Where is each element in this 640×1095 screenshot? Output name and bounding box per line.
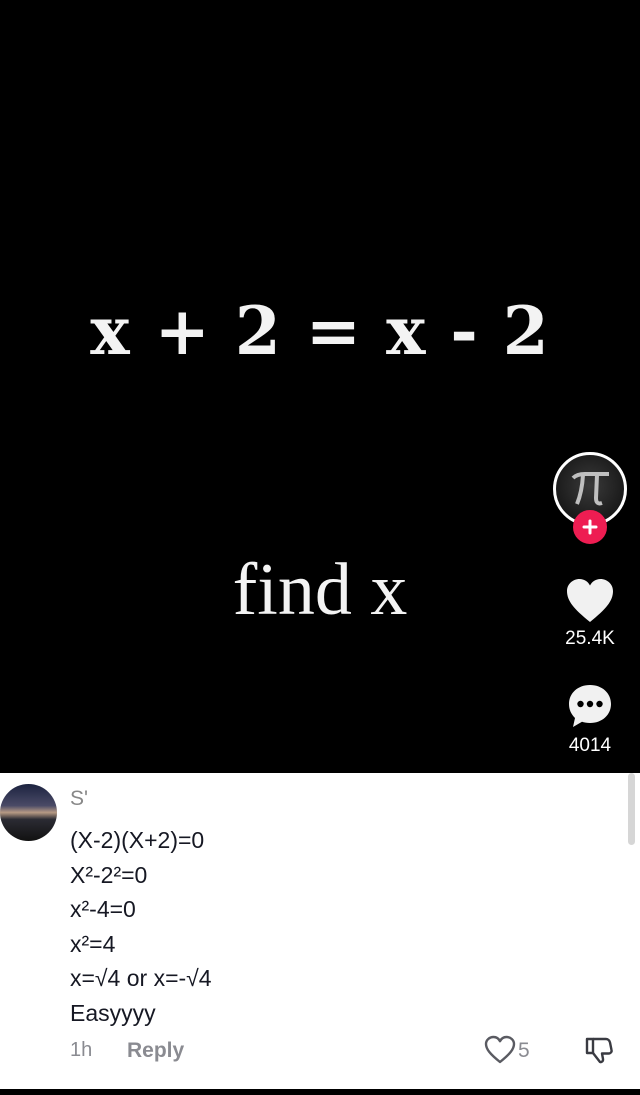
bottom-edge [0, 1089, 640, 1095]
reply-button[interactable]: Reply [127, 1039, 184, 1063]
thumbs-down-icon [585, 1037, 613, 1064]
heart-icon [567, 579, 613, 622]
pi-icon [571, 472, 609, 506]
commenter-avatar[interactable] [0, 784, 57, 841]
video-equation-text: x + 2 = x - 2 [90, 292, 550, 370]
comment-line: x²=4 [70, 930, 116, 957]
like-button[interactable] [566, 578, 614, 624]
creator-avatar-group [553, 452, 627, 544]
comment-line: X²-2²=0 [70, 861, 148, 888]
comment-line: x=√4 or x=-√4 [70, 965, 212, 991]
comment-panel: S' (X-2)(X+2)=0 X²-2²=0 x²-4=0 x²=4 x=√4… [0, 773, 640, 1089]
comment-line: (X-2)(X+2)=0 [70, 827, 205, 853]
dislike-button[interactable] [584, 1035, 614, 1065]
scrollbar[interactable] [628, 773, 635, 845]
video-caption-text: find x [232, 549, 408, 631]
comment-count: 4014 [568, 735, 612, 756]
video-player[interactable]: x + 2 = x - 2 find x [0, 0, 640, 773]
comment-body: (X-2)(X+2)=0 X²-2²=0 x²-4=0 x²=4 x=√4 or… [70, 823, 212, 1030]
comment-line: Easyyyy [70, 999, 156, 1026]
comment-bubble-icon [569, 685, 611, 727]
comments-button[interactable] [567, 683, 613, 729]
heart-outline-icon [484, 1035, 516, 1064]
plus-icon [582, 519, 598, 535]
commenter-name[interactable]: S' [70, 787, 88, 811]
comment-line: x²-4=0 [70, 896, 136, 922]
comment-like-button[interactable] [484, 1035, 516, 1065]
follow-button[interactable] [573, 510, 607, 544]
comment-like-count: 5 [518, 1039, 530, 1062]
comment-timestamp: 1h [70, 1039, 93, 1061]
like-count: 25.4K [565, 628, 615, 649]
